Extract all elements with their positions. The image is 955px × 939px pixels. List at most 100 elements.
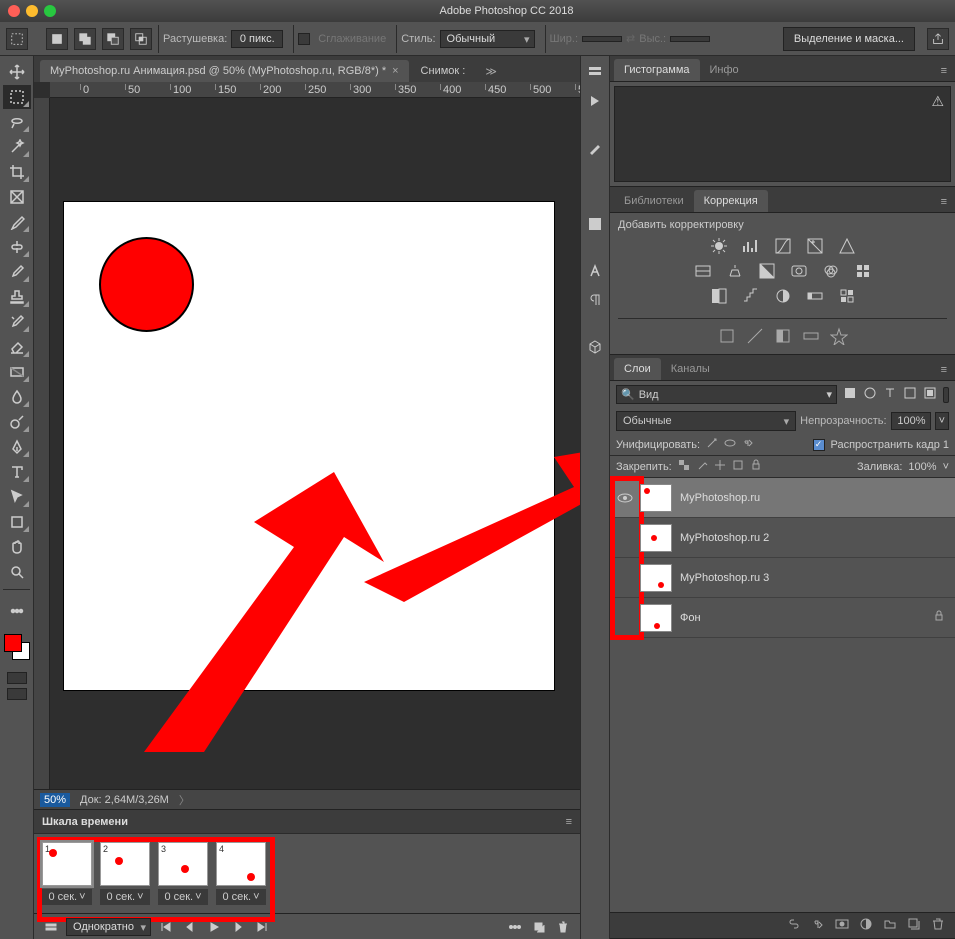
screen-mode-button[interactable] <box>7 688 27 700</box>
dodge-tool[interactable] <box>3 410 31 434</box>
paragraph-panel-icon[interactable] <box>587 292 603 311</box>
vibrance-icon[interactable] <box>838 237 856 258</box>
layer-name[interactable]: Фон <box>680 612 933 624</box>
magic-wand-tool[interactable] <box>3 135 31 159</box>
color-balance-icon[interactable] <box>726 262 744 283</box>
document-tab-active[interactable]: MyPhotoshop.ru Анимация.psd @ 50% (MyPho… <box>40 60 409 82</box>
history-brush-tool[interactable] <box>3 310 31 334</box>
healing-brush-tool[interactable] <box>3 235 31 259</box>
unify-visibility-icon[interactable] <box>724 437 736 452</box>
close-window-button[interactable] <box>8 5 20 17</box>
brush-settings-panel-icon[interactable] <box>587 169 603 188</box>
delete-frame-button[interactable] <box>554 918 572 936</box>
shape-tool[interactable] <box>3 510 31 534</box>
3d-panel-icon[interactable] <box>587 339 603 358</box>
panel-menu-button[interactable]: ≡ <box>933 192 955 212</box>
preset-icon[interactable] <box>802 327 820 348</box>
character-panel-icon[interactable] <box>587 263 603 282</box>
unify-style-icon[interactable] <box>742 437 754 452</box>
minimize-window-button[interactable] <box>26 5 38 17</box>
new-selection-button[interactable] <box>46 28 68 50</box>
posterize-icon[interactable] <box>742 287 760 308</box>
gradient-map-icon[interactable] <box>806 287 824 308</box>
animation-frame[interactable]: 4 0 сек.˅ <box>216 842 266 905</box>
last-frame-button[interactable] <box>253 918 271 936</box>
levels-icon[interactable] <box>742 237 760 258</box>
filter-pixel-icon[interactable] <box>843 386 857 403</box>
frame-duration[interactable]: 0 сек.˅ <box>42 889 92 905</box>
lock-all-icon[interactable] <box>750 459 762 474</box>
fill-slider-button[interactable]: ˅ <box>943 461 949 473</box>
layer-thumbnail[interactable] <box>640 484 672 512</box>
cache-warning-icon[interactable]: ⚠ <box>931 93 944 110</box>
type-tool[interactable] <box>3 460 31 484</box>
blur-tool[interactable] <box>3 385 31 409</box>
eraser-tool[interactable] <box>3 335 31 359</box>
tab-adjustments[interactable]: Коррекция <box>694 190 768 212</box>
subtract-selection-button[interactable] <box>102 28 124 50</box>
quick-mask-button[interactable] <box>7 672 27 684</box>
filter-type-icon[interactable] <box>883 386 897 403</box>
actions-panel-icon[interactable] <box>587 93 603 112</box>
pen-tool[interactable] <box>3 435 31 459</box>
tab-libraries[interactable]: Библиотеки <box>614 190 694 212</box>
unify-position-icon[interactable] <box>706 437 718 452</box>
zoom-level[interactable]: 50% <box>40 793 70 807</box>
first-frame-button[interactable] <box>157 918 175 936</box>
curves-icon[interactable] <box>774 237 792 258</box>
eyedropper-tool[interactable] <box>3 210 31 234</box>
brightness-contrast-icon[interactable] <box>710 237 728 258</box>
exposure-icon[interactable] <box>806 237 824 258</box>
tabs-overflow-button[interactable]: ≫ <box>477 61 505 82</box>
preset-icon[interactable] <box>746 327 764 348</box>
new-layer-button[interactable] <box>907 917 921 934</box>
animation-frame[interactable]: 2 0 сек.˅ <box>100 842 150 905</box>
zoom-tool[interactable] <box>3 560 31 584</box>
canvas[interactable] <box>64 202 554 690</box>
layer-style-button[interactable] <box>811 917 825 934</box>
tab-info[interactable]: Инфо <box>700 59 749 81</box>
tab-channels[interactable]: Каналы <box>661 358 720 380</box>
document-area[interactable]: 0 50 100 150 200 250 300 350 400 450 500… <box>34 82 580 789</box>
feather-input[interactable]: 0 пикс. <box>231 30 283 48</box>
panel-menu-button[interactable]: ≡ <box>933 360 955 380</box>
preset-icon[interactable] <box>774 327 792 348</box>
timeline-menu-button[interactable]: ≡ <box>566 816 572 828</box>
brush-tool[interactable] <box>3 260 31 284</box>
intersect-selection-button[interactable] <box>130 28 152 50</box>
black-white-icon[interactable] <box>758 262 776 283</box>
animation-frame[interactable]: 1 0 сек.˅ <box>42 842 92 905</box>
link-layers-button[interactable] <box>787 917 801 934</box>
stamp-tool[interactable] <box>3 285 31 309</box>
preset-icon[interactable] <box>830 327 848 348</box>
threshold-icon[interactable] <box>774 287 792 308</box>
layer-name[interactable]: MyPhotoshop.ru 3 <box>680 572 955 584</box>
share-button[interactable] <box>927 28 949 50</box>
layer-name[interactable]: MyPhotoshop.ru <box>680 492 955 504</box>
filter-shape-icon[interactable] <box>903 386 917 403</box>
new-group-button[interactable] <box>883 917 897 934</box>
crop-tool[interactable] <box>3 160 31 184</box>
animation-frame[interactable]: 3 0 сек.˅ <box>158 842 208 905</box>
layer-row[interactable]: MyPhotoshop.ru 3 <box>610 558 955 598</box>
layer-row[interactable]: MyPhotoshop.ru <box>610 478 955 518</box>
layer-visibility-toggle[interactable] <box>610 493 640 503</box>
propagate-checkbox[interactable]: ✓ <box>813 439 825 451</box>
tween-button[interactable] <box>506 918 524 936</box>
panel-menu-button[interactable]: ≡ <box>933 61 955 81</box>
layer-row[interactable]: MyPhotoshop.ru 2 <box>610 518 955 558</box>
gradient-tool[interactable] <box>3 360 31 384</box>
layer-filter[interactable]: 🔍 Вид ▾ <box>616 385 837 404</box>
invert-icon[interactable] <box>710 287 728 308</box>
selective-color-icon[interactable] <box>838 287 856 308</box>
timeline-mode-button[interactable] <box>42 918 60 936</box>
duplicate-frame-button[interactable] <box>530 918 548 936</box>
hue-sat-icon[interactable] <box>694 262 712 283</box>
loop-select[interactable]: Однократно <box>66 918 151 936</box>
next-frame-button[interactable] <box>229 918 247 936</box>
history-panel-icon[interactable] <box>587 64 603 83</box>
edit-toolbar-button[interactable] <box>3 599 31 623</box>
document-tab[interactable]: Снимок : <box>411 60 476 82</box>
blend-mode-select[interactable]: Обычные <box>616 411 796 431</box>
layer-mask-button[interactable] <box>835 917 849 934</box>
